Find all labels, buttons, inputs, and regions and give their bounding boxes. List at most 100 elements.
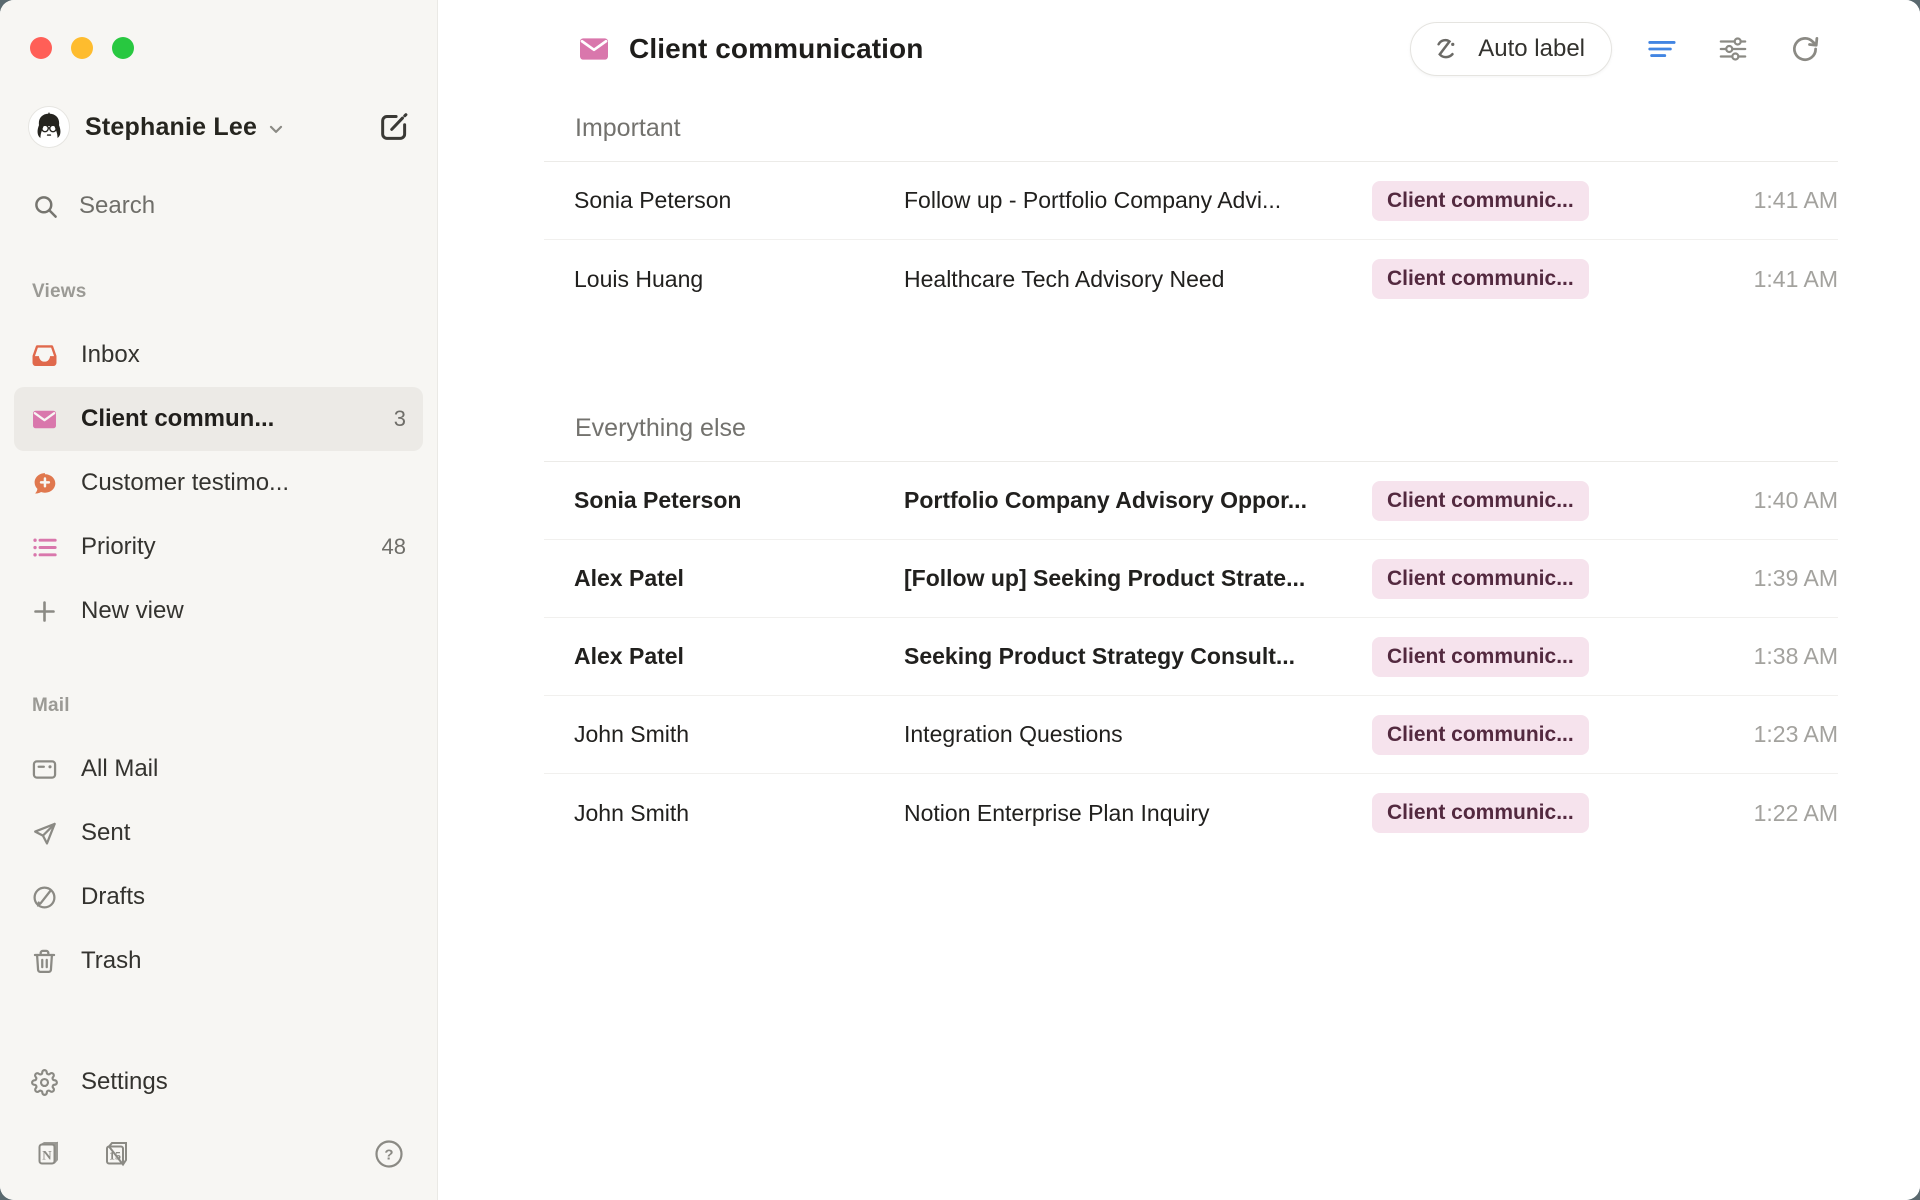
chat-plus-icon [31, 470, 58, 497]
auto-label-label: Auto label [1478, 35, 1585, 63]
email-group-everything-else: Everything else Sonia Peterson Portfolio… [544, 414, 1838, 852]
sidebar-item-settings[interactable]: Settings [14, 1050, 423, 1114]
search-button[interactable]: Search [32, 187, 409, 225]
sidebar-item-new-view[interactable]: New view [14, 579, 423, 643]
search-label: Search [79, 192, 155, 220]
refresh-icon [1790, 52, 1820, 67]
email-subject: [Follow up] Seeking Product Strate... [904, 565, 1372, 592]
email-group-title: Important [544, 114, 1838, 143]
email-row[interactable]: John Smith Notion Enterprise Plan Inquir… [544, 774, 1838, 852]
email-row[interactable]: Louis Huang Healthcare Tech Advisory Nee… [544, 240, 1838, 318]
sidebar-item-label: Customer testimo... [81, 469, 289, 497]
email-label-pill[interactable]: Client communic... [1372, 637, 1589, 677]
page-title: Client communication [629, 33, 923, 65]
view-envelope-icon [578, 33, 610, 65]
search-icon [32, 193, 59, 220]
all-mail-icon [31, 756, 58, 783]
sidebar-item-sent[interactable]: Sent [14, 801, 423, 865]
email-sender: John Smith [574, 800, 904, 827]
sidebar-item-label: Client commun... [81, 405, 274, 433]
email-label-pill[interactable]: Client communic... [1372, 715, 1589, 755]
email-label-pill[interactable]: Client communic... [1372, 481, 1589, 521]
email-sender: John Smith [574, 721, 904, 748]
list-icon [31, 534, 58, 561]
calendar-icon[interactable]: 15 [100, 1138, 132, 1170]
filter-button[interactable] [1638, 26, 1684, 72]
email-time: 1:39 AM [1589, 565, 1838, 592]
email-row[interactable]: Alex Patel [Follow up] Seeking Product S… [544, 540, 1838, 618]
account-switcher[interactable]: Stephanie Lee [28, 103, 411, 151]
email-time: 1:40 AM [1589, 487, 1838, 514]
email-label-pill[interactable]: Client communic... [1372, 181, 1589, 221]
sidebar-item-label: New view [81, 597, 184, 625]
settings-label: Settings [81, 1068, 168, 1096]
envelope-icon [31, 406, 58, 433]
email-subject: Follow up - Portfolio Company Advi... [904, 187, 1372, 214]
zoom-window-button[interactable] [112, 37, 134, 59]
svg-text:N: N [42, 1148, 52, 1163]
sidebar-item-label: Trash [81, 947, 141, 975]
email-sender: Alex Patel [574, 643, 904, 670]
svg-text:?: ? [384, 1147, 393, 1164]
sidebar-item-label: Sent [81, 819, 130, 847]
email-row[interactable]: Sonia Peterson Follow up - Portfolio Com… [544, 162, 1838, 240]
notion-logo-icon[interactable]: N [32, 1138, 64, 1170]
email-subject: Portfolio Company Advisory Oppor... [904, 487, 1372, 514]
email-sender: Sonia Peterson [574, 487, 904, 514]
email-time: 1:41 AM [1589, 187, 1838, 214]
email-label-pill[interactable]: Client communic... [1372, 259, 1589, 299]
email-group-important: Important Sonia Peterson Follow up - Por… [544, 114, 1838, 318]
inbox-icon [31, 342, 58, 369]
sidebar-sections: Views Inbox Client commun... 3 Customer … [0, 225, 437, 993]
avatar [28, 106, 70, 148]
sidebar-section-label-mail: Mail [32, 695, 437, 717]
email-label-pill[interactable]: Client communic... [1372, 559, 1589, 599]
chevron-down-icon [266, 119, 286, 139]
sidebar-item-trash[interactable]: Trash [14, 929, 423, 993]
window-controls [0, 0, 437, 59]
email-time: 1:23 AM [1589, 721, 1838, 748]
email-row[interactable]: Alex Patel Seeking Product Strategy Cons… [544, 618, 1838, 696]
gear-icon [31, 1069, 58, 1096]
email-subject: Seeking Product Strategy Consult... [904, 643, 1372, 670]
sidebar-item-label: Drafts [81, 883, 145, 911]
email-row[interactable]: Sonia Peterson Portfolio Company Advisor… [544, 462, 1838, 540]
minimize-window-button[interactable] [71, 37, 93, 59]
help-icon[interactable]: ? [373, 1138, 405, 1170]
sidebar-footer: N 15 ? [14, 1114, 423, 1200]
sidebar-item-customer-testimo[interactable]: Customer testimo... [14, 451, 423, 515]
close-window-button[interactable] [30, 37, 52, 59]
sidebar-item-inbox[interactable]: Inbox [14, 323, 423, 387]
email-sender: Sonia Peterson [574, 187, 904, 214]
sidebar-item-label: Priority [81, 533, 156, 561]
sidebar-item-all-mail[interactable]: All Mail [14, 737, 423, 801]
sidebar-item-priority[interactable]: Priority 48 [14, 515, 423, 579]
sidebar: Stephanie Lee Search Views [0, 0, 438, 1200]
email-subject: Healthcare Tech Advisory Need [904, 266, 1372, 293]
email-subject: Notion Enterprise Plan Inquiry [904, 800, 1372, 827]
auto-label-button[interactable]: Auto label [1410, 22, 1612, 76]
sidebar-item-client-commun[interactable]: Client commun... 3 [14, 387, 423, 451]
email-sender: Louis Huang [574, 266, 904, 293]
view-header: Client communication Auto label [438, 0, 1920, 98]
email-group-title: Everything else [544, 414, 1838, 443]
auto-label-icon [1433, 34, 1463, 64]
unread-count: 48 [382, 534, 406, 560]
sidebar-item-drafts[interactable]: Drafts [14, 865, 423, 929]
email-time: 1:38 AM [1589, 643, 1838, 670]
refresh-button[interactable] [1782, 26, 1828, 72]
compose-icon [377, 132, 411, 147]
svg-text:15: 15 [109, 1149, 121, 1163]
sliders-icon [1718, 52, 1748, 67]
email-time: 1:41 AM [1589, 266, 1838, 293]
compose-button[interactable] [377, 110, 411, 144]
email-sender: Alex Patel [574, 565, 904, 592]
main-panel: Client communication Auto label [438, 0, 1920, 1200]
sidebar-item-label: Inbox [81, 341, 140, 369]
email-row[interactable]: John Smith Integration Questions Client … [544, 696, 1838, 774]
draft-icon [31, 884, 58, 911]
unread-count: 3 [394, 406, 406, 432]
display-settings-button[interactable] [1710, 26, 1756, 72]
filter-icon [1646, 52, 1676, 67]
email-label-pill[interactable]: Client communic... [1372, 793, 1589, 833]
